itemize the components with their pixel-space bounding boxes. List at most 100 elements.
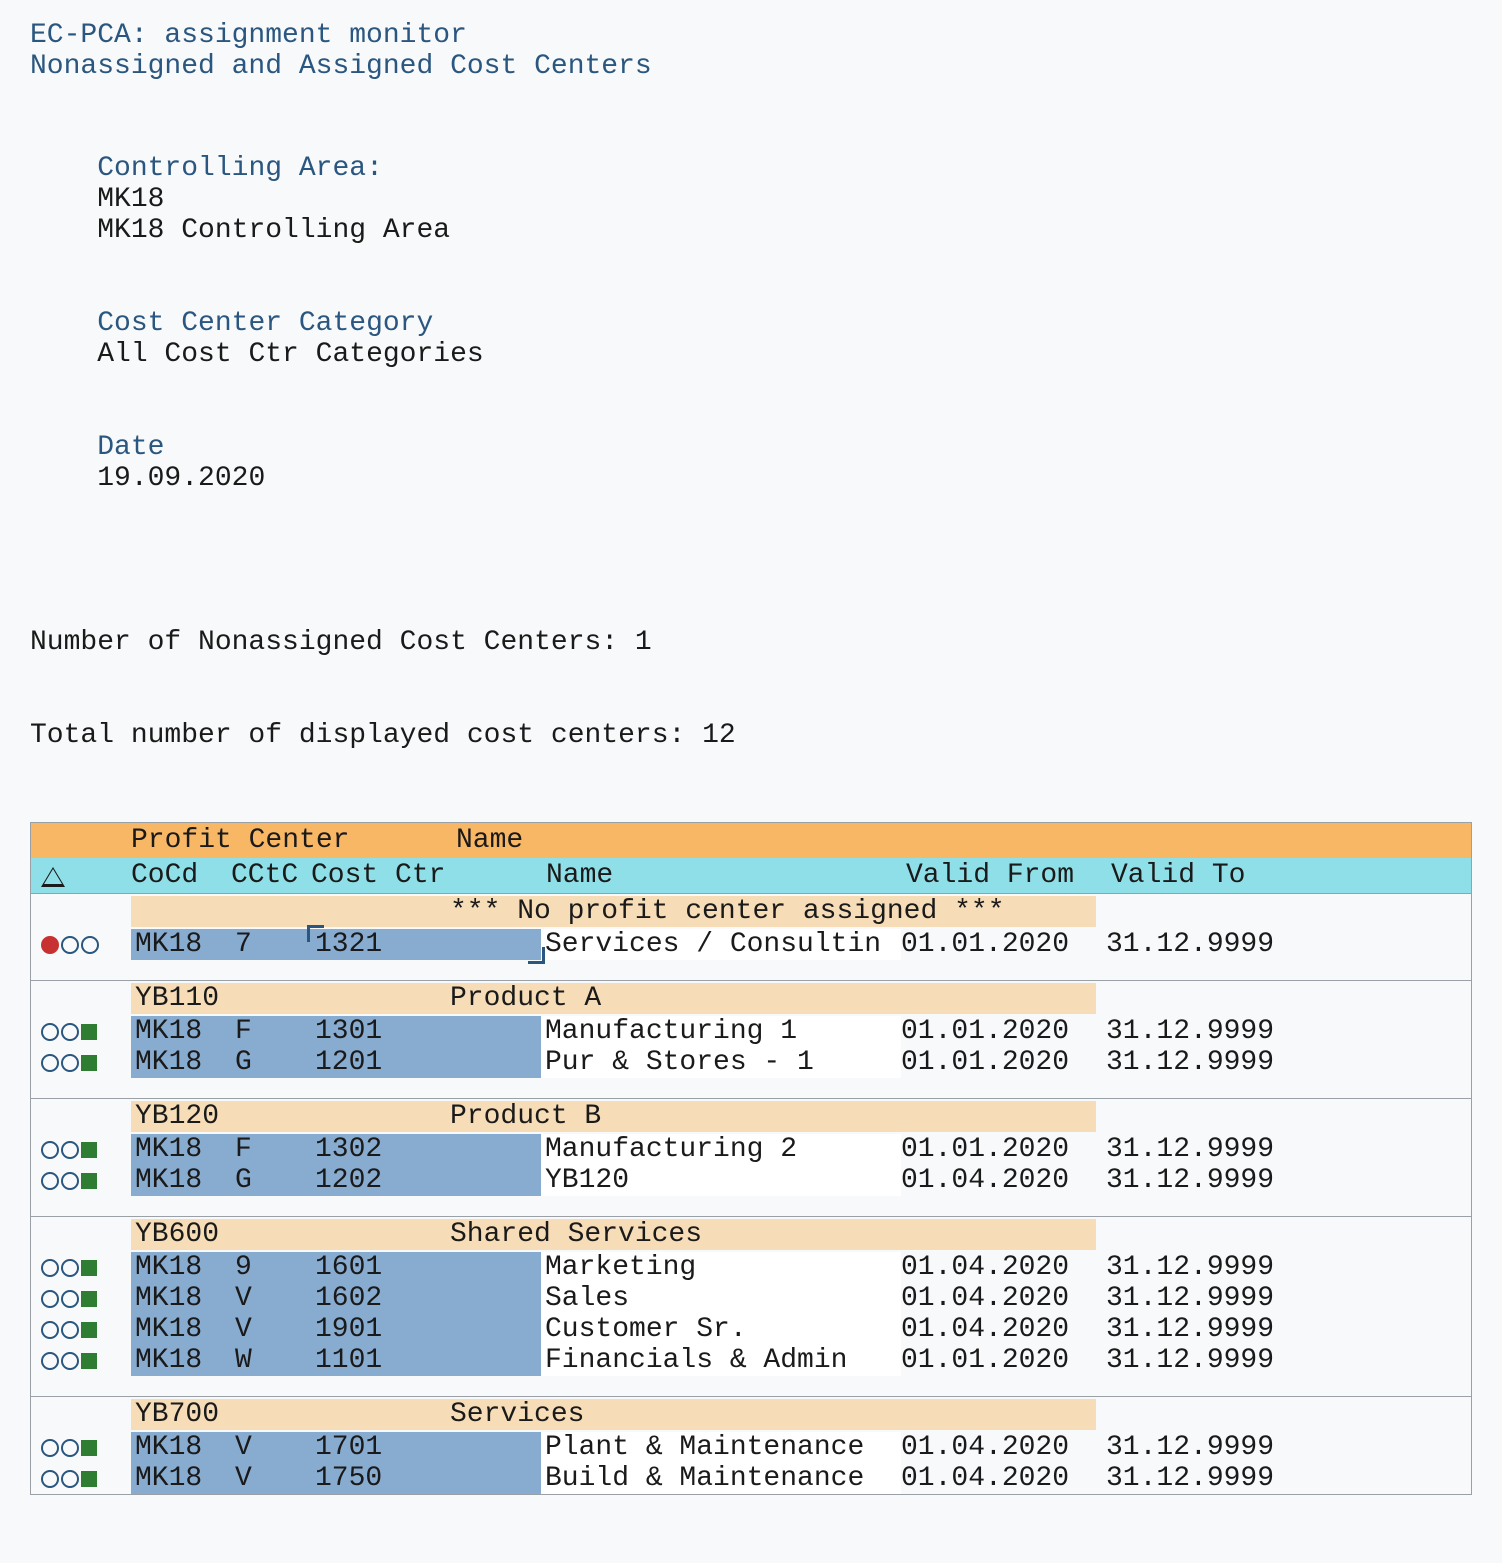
- cocd-cell: MK18: [131, 1463, 231, 1494]
- valid-from-cell: 01.04.2020: [901, 1432, 1106, 1463]
- cost-ctr-cell: 1201: [311, 1047, 541, 1078]
- cctc-cell: G: [231, 1165, 311, 1196]
- cocd-cell: MK18: [131, 1432, 231, 1463]
- status-cell: [41, 1470, 131, 1488]
- cost-ctr-cell: 1321: [311, 929, 541, 960]
- valid-to-cell: 31.12.9999: [1106, 1283, 1296, 1314]
- col-cctc[interactable]: CCtC: [231, 860, 311, 891]
- profit-center-row[interactable]: YB110Product A: [31, 980, 1471, 1016]
- profit-center-code: YB120: [131, 1101, 446, 1132]
- status-circle-icon: [61, 1259, 79, 1277]
- status-circle-icon: [41, 1141, 59, 1159]
- status-cell: [41, 1352, 131, 1370]
- cost-center-row[interactable]: MK18F1302Manufacturing 201.01.202031.12.…: [31, 1134, 1471, 1165]
- counts-block: Number of Nonassigned Cost Centers: 1 To…: [30, 565, 1472, 782]
- profit-center-row[interactable]: *** No profit center assigned ***: [31, 894, 1471, 929]
- profit-center-row[interactable]: YB120Product B: [31, 1098, 1471, 1134]
- cctc-cell: 7: [231, 929, 311, 960]
- status-circle-icon: [61, 1023, 79, 1041]
- cost-center-row[interactable]: MK1891601Marketing01.04.202031.12.9999: [31, 1252, 1471, 1283]
- cost-center-row[interactable]: MK18G1202YB12001.04.202031.12.9999: [31, 1165, 1471, 1196]
- valid-to-cell: 31.12.9999: [1106, 1432, 1296, 1463]
- status-green-icon: [81, 1353, 97, 1369]
- profit-center-code: [131, 896, 446, 927]
- controlling-area-value: MK18: [97, 184, 164, 215]
- valid-to-cell: 31.12.9999: [1106, 1134, 1296, 1165]
- col-warning[interactable]: [41, 865, 131, 887]
- profit-center-row[interactable]: YB700Services: [31, 1396, 1471, 1432]
- cc-name-cell: YB120: [541, 1165, 901, 1196]
- valid-to-cell: 31.12.9999: [1106, 1314, 1296, 1345]
- cctc-cell: V: [231, 1432, 311, 1463]
- nonassigned-count: Number of Nonassigned Cost Centers: 1: [30, 627, 1472, 658]
- col-cc-name[interactable]: Name: [546, 860, 906, 891]
- status-green-icon: [81, 1142, 97, 1158]
- controlling-area-label: Controlling Area:: [97, 153, 383, 184]
- col-profit-center[interactable]: Profit Center: [131, 825, 456, 856]
- valid-from-cell: 01.01.2020: [901, 1047, 1106, 1078]
- status-green-icon: [81, 1055, 97, 1071]
- cost-center-row[interactable]: MK18W1101Financials & Admin01.01.202031.…: [31, 1345, 1471, 1376]
- cocd-cell: MK18: [131, 1134, 231, 1165]
- status-cell: [41, 1439, 131, 1457]
- status-circle-icon: [61, 1321, 79, 1339]
- status-green-icon: [81, 1024, 97, 1040]
- date-value: 19.09.2020: [97, 463, 265, 494]
- valid-from-cell: 01.04.2020: [901, 1283, 1106, 1314]
- valid-to-cell: 31.12.9999: [1106, 1165, 1296, 1196]
- assignment-table: Profit Center Name CoCd CCtC Cost Ctr Na…: [30, 822, 1472, 1495]
- cocd-cell: MK18: [131, 1314, 231, 1345]
- status-circle-icon: [61, 1470, 79, 1488]
- controlling-area-desc: MK18 Controlling Area: [97, 215, 450, 246]
- cost-ctr-cell: 1601: [311, 1252, 541, 1283]
- cctc-cell: V: [231, 1463, 311, 1494]
- cc-name-cell: Build & Maintenance: [541, 1463, 901, 1494]
- cost-center-row[interactable]: MK18G1201Pur & Stores - 101.01.202031.12…: [31, 1047, 1471, 1078]
- cost-center-row[interactable]: MK18V1750Build & Maintenance01.04.202031…: [31, 1463, 1471, 1494]
- status-green-icon: [81, 1471, 97, 1487]
- status-cell: [41, 936, 131, 954]
- valid-from-cell: 01.04.2020: [901, 1314, 1106, 1345]
- status-circle-icon: [61, 1141, 79, 1159]
- cc-name-cell: Services / Consultin: [541, 929, 901, 960]
- cost-ctr-cell: 1750: [311, 1463, 541, 1494]
- profit-center-row[interactable]: YB600Shared Services: [31, 1216, 1471, 1252]
- header-row-cost-center: CoCd CCtC Cost Ctr Name Valid From Valid…: [31, 858, 1471, 894]
- col-valid-to[interactable]: Valid To: [1111, 860, 1301, 891]
- col-pc-name[interactable]: Name: [456, 825, 1301, 856]
- status-circle-icon: [41, 1290, 59, 1308]
- valid-to-cell: 31.12.9999: [1106, 1047, 1296, 1078]
- col-valid-from[interactable]: Valid From: [906, 860, 1111, 891]
- displayed-count: Total number of displayed cost centers: …: [30, 720, 1472, 751]
- cctc-cell: V: [231, 1283, 311, 1314]
- cost-center-row[interactable]: MK1871321Services / Consultin01.01.20203…: [31, 929, 1471, 960]
- cost-center-row[interactable]: MK18V1602Sales01.04.202031.12.9999: [31, 1283, 1471, 1314]
- status-circle-icon: [61, 1290, 79, 1308]
- cost-center-cat-label: Cost Center Category: [97, 308, 433, 339]
- cost-ctr-cell: 1101: [311, 1345, 541, 1376]
- cost-center-row[interactable]: MK18V1901Customer Sr.01.04.202031.12.999…: [31, 1314, 1471, 1345]
- table-body: *** No profit center assigned ***MK18713…: [31, 894, 1471, 1494]
- cost-ctr-cell: 1701: [311, 1432, 541, 1463]
- status-green-icon: [81, 1440, 97, 1456]
- valid-from-cell: 01.01.2020: [901, 1345, 1106, 1376]
- cost-center-row[interactable]: MK18V1701Plant & Maintenance01.04.202031…: [31, 1432, 1471, 1463]
- cc-name-cell: Pur & Stores - 1: [541, 1047, 901, 1078]
- status-circle-icon: [61, 1352, 79, 1370]
- status-circle-icon: [61, 1439, 79, 1457]
- status-cell: [41, 1172, 131, 1190]
- valid-to-cell: 31.12.9999: [1106, 1463, 1296, 1494]
- status-circle-icon: [41, 1259, 59, 1277]
- cc-name-cell: Financials & Admin: [541, 1345, 901, 1376]
- cocd-cell: MK18: [131, 929, 231, 960]
- cost-center-cat-value: All Cost Ctr Categories: [97, 339, 483, 370]
- valid-from-cell: 01.04.2020: [901, 1252, 1106, 1283]
- col-cocd[interactable]: CoCd: [131, 860, 231, 891]
- status-circle-icon: [61, 936, 79, 954]
- cc-name-cell: Sales: [541, 1283, 901, 1314]
- cost-center-row[interactable]: MK18F1301Manufacturing 101.01.202031.12.…: [31, 1016, 1471, 1047]
- valid-from-cell: 01.04.2020: [901, 1463, 1106, 1494]
- col-cost-ctr[interactable]: Cost Ctr: [311, 860, 546, 891]
- status-green-icon: [81, 1322, 97, 1338]
- profit-center-name: Services: [446, 1399, 1096, 1430]
